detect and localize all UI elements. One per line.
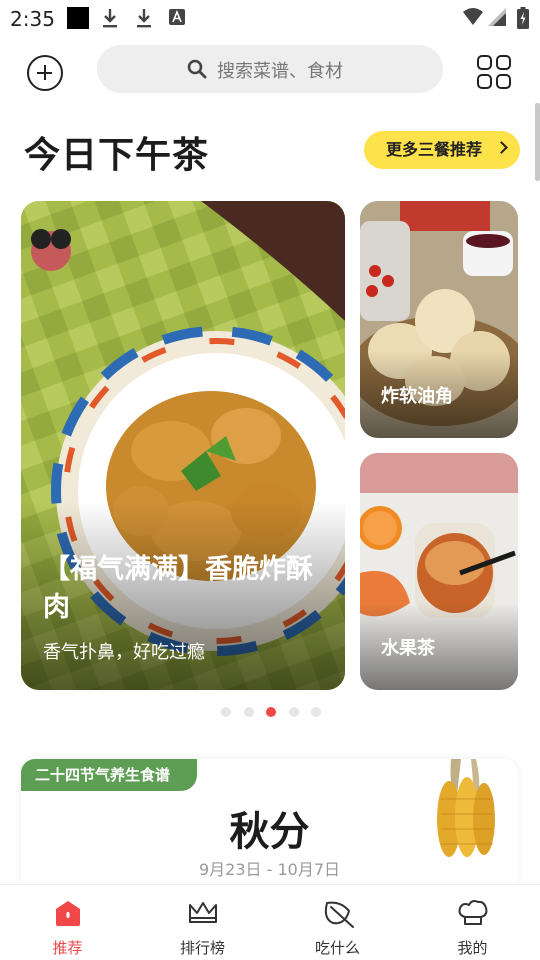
download-icon: [103, 9, 117, 28]
more-meals-label: 更多三餐推荐: [386, 140, 483, 159]
wifi-icon: [463, 8, 483, 25]
featured-recipe-title: 【福气满满】香脆炸酥肉: [43, 554, 313, 623]
featured-recipe-subtitle: 香气扑鼻，好吃过瘾: [43, 642, 205, 663]
recipe-card-bottom-label: 水果茶: [381, 638, 435, 659]
status-bar: 2:35: [0, 0, 540, 36]
solar-term-dates: 9月23日 - 10月7日: [198, 860, 341, 879]
add-button[interactable]: [27, 55, 63, 91]
pager-dot[interactable]: [244, 707, 254, 717]
download-icon: [137, 9, 151, 28]
chef-hat-icon: [458, 900, 488, 925]
nav-label-ranking: 排行榜: [179, 939, 225, 957]
status-time: 2:35: [10, 7, 55, 31]
category-grid-button[interactable]: [477, 55, 513, 91]
pager-dot[interactable]: [221, 707, 231, 717]
grid-icon-cell: [477, 74, 492, 89]
nav-item-recommend[interactable]: 推荐: [0, 885, 135, 960]
section-title: 今日下午茶: [24, 135, 210, 176]
recipe-card-top[interactable]: 炸软油角: [360, 201, 518, 438]
battery-icon: [517, 7, 529, 29]
cellular-icon: [488, 8, 506, 26]
more-meals-button[interactable]: 更多三餐推荐: [364, 131, 520, 169]
plus-icon-stroke: [43, 65, 46, 80]
grid-icon: [477, 55, 492, 70]
nav-item-profile[interactable]: 我的: [405, 885, 540, 960]
chevron-right-icon: [495, 141, 508, 154]
solar-term-tag: 二十四节气养生食谱: [21, 759, 197, 791]
scrollbar[interactable]: [535, 103, 540, 181]
pager-dot-active[interactable]: [266, 707, 276, 717]
black-square-icon: [67, 7, 89, 29]
crown-icon: [189, 902, 217, 923]
nav-label-what-to-eat: 吃什么: [314, 939, 360, 957]
featured-recipe-card[interactable]: 【福气满满】香脆炸酥肉 香气扑鼻，好吃过瘾: [21, 201, 345, 690]
recipe-card-bottom[interactable]: 水果茶: [360, 453, 518, 690]
bottom-nav: 推荐 排行榜 吃什么 我的: [0, 884, 540, 960]
nav-label-profile: 我的: [457, 939, 488, 957]
grid-icon-cell: [496, 74, 511, 89]
pager-dot[interactable]: [311, 707, 321, 717]
leaf-icon: [324, 901, 354, 928]
pager-dot[interactable]: [289, 707, 299, 717]
nav-item-what-to-eat[interactable]: 吃什么: [270, 885, 405, 960]
corn-illustration: [437, 759, 495, 857]
search-bar[interactable]: 搜索菜谱、食材: [97, 45, 443, 93]
font-a-icon: [169, 9, 185, 25]
search-icon: [187, 59, 207, 79]
nav-item-ranking[interactable]: 排行榜: [135, 885, 270, 960]
home-icon: [56, 901, 80, 926]
recipe-card-top-label: 炸软油角: [381, 386, 453, 407]
grid-icon-cell: [496, 55, 511, 70]
search-placeholder: 搜索菜谱、食材: [217, 61, 343, 82]
nav-label-recommend: 推荐: [52, 939, 83, 957]
